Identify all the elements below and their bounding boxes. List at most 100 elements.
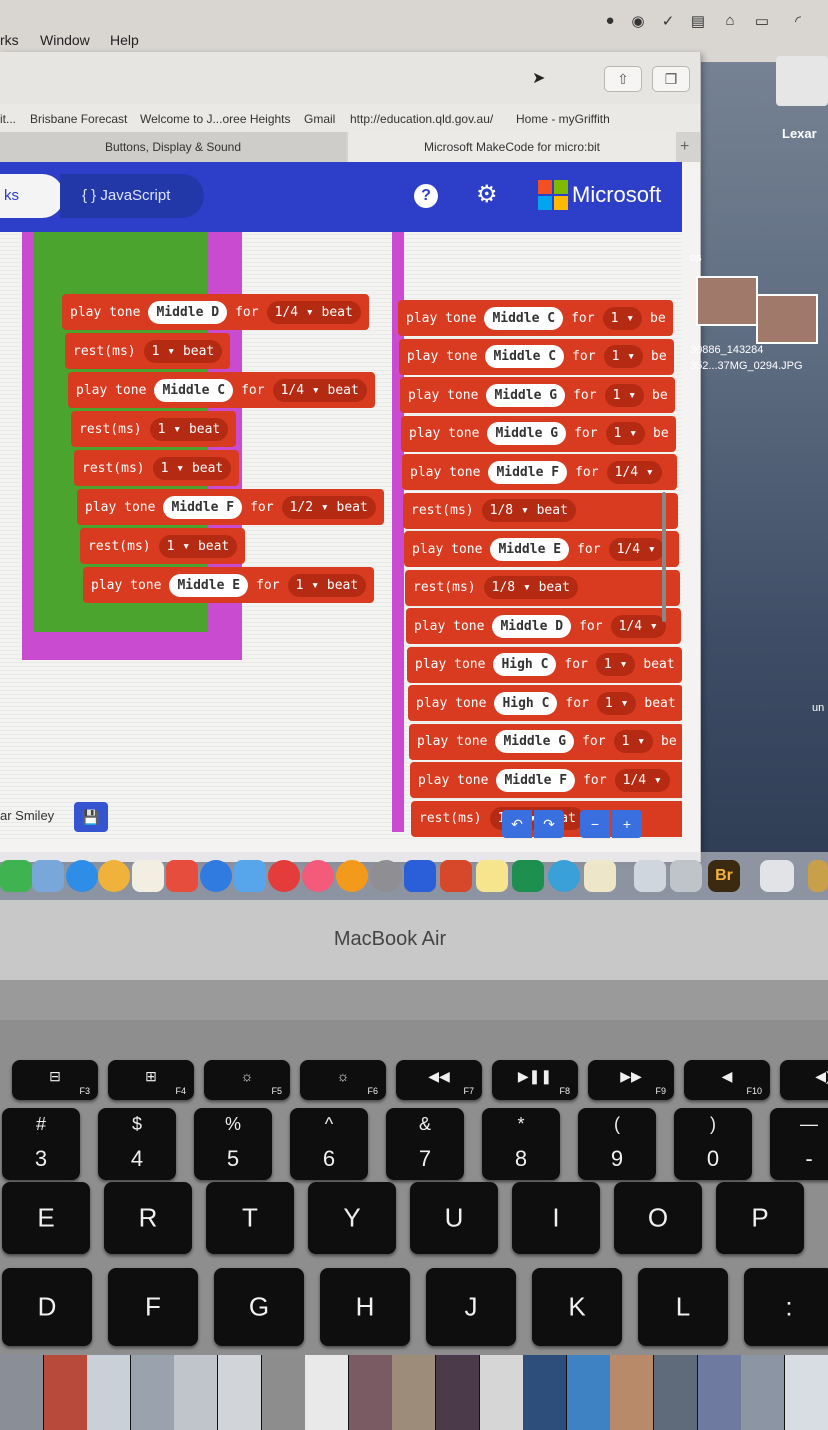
zoom-out-icon[interactable]: − xyxy=(580,810,610,838)
tab-makecode[interactable]: Microsoft MakeCode for micro:bit xyxy=(348,132,676,162)
beat-dropdown[interactable]: 1/8 ▾ beat xyxy=(481,499,576,522)
desktop-photo-thumbnail[interactable] xyxy=(756,294,818,344)
letter-key[interactable]: K xyxy=(532,1268,622,1346)
photo-thumbnail[interactable] xyxy=(0,1355,43,1430)
beat-dropdown[interactable]: 1 ▾ beat xyxy=(287,573,367,597)
beat-dropdown[interactable]: 1/4 ▾ xyxy=(608,537,664,561)
rest-block[interactable]: rest(ms) 1 ▾ beat xyxy=(71,411,237,447)
photo-thumbnail[interactable] xyxy=(654,1355,697,1430)
note-dropdown[interactable]: Middle F xyxy=(488,460,568,484)
bookmark-item[interactable]: Brisbane Forecast xyxy=(30,112,127,126)
tab-buttons-display-sound[interactable]: Buttons, Display & Sound xyxy=(0,132,346,162)
beat-dropdown[interactable]: 1 ▾ beat xyxy=(149,417,229,441)
help-icon[interactable]: ? xyxy=(414,184,438,208)
photo-thumbnail[interactable] xyxy=(784,1355,828,1430)
number-key[interactable]: #3 xyxy=(2,1108,80,1180)
rest-block[interactable]: rest(ms) 1 ▾ beat xyxy=(74,450,240,486)
preview-icon[interactable] xyxy=(634,860,666,892)
photo-thumbnail[interactable] xyxy=(130,1355,174,1430)
creative-cloud-icon[interactable]: ● xyxy=(600,12,620,30)
menu-bookmarks[interactable]: rks xyxy=(0,32,19,48)
function-key[interactable]: ⊞ F4 xyxy=(108,1060,194,1100)
desktop-photo-thumbnail[interactable] xyxy=(696,276,758,326)
facetime-icon[interactable] xyxy=(0,860,32,892)
status-circle-icon[interactable]: ◉ xyxy=(628,12,648,30)
photo-thumbnail[interactable] xyxy=(697,1355,741,1430)
number-key[interactable]: — - xyxy=(770,1108,828,1180)
beat-dropdown[interactable]: 1 ▾ beat xyxy=(152,456,232,480)
beat-dropdown[interactable]: 1 ▾ beat xyxy=(158,534,238,558)
tabs-overview-icon[interactable]: ❐ xyxy=(652,66,690,92)
word-icon[interactable] xyxy=(404,860,436,892)
new-tab-plus-icon[interactable]: + xyxy=(680,138,689,156)
bookmark-item[interactable]: it... xyxy=(0,112,16,126)
function-key[interactable]: ☼ F6 xyxy=(300,1060,386,1100)
excel-icon[interactable] xyxy=(512,860,544,892)
dock-file-icon[interactable] xyxy=(808,860,828,892)
news-icon[interactable] xyxy=(268,860,300,892)
bridge-icon[interactable]: Br xyxy=(708,860,740,892)
photo-thumbnail[interactable] xyxy=(218,1355,261,1430)
photo-thumbnail[interactable] xyxy=(261,1355,305,1430)
bookmark-item[interactable]: Home - myGriffith xyxy=(516,112,610,126)
play-tone-block[interactable]: play tone Middle C for 1/4 ▾ beat xyxy=(68,372,375,408)
function-key[interactable]: ▶❚❚ F8 xyxy=(492,1060,578,1100)
letter-key[interactable]: P xyxy=(716,1182,804,1254)
beat-dropdown[interactable]: 1 ▾ xyxy=(613,730,654,753)
beat-dropdown[interactable]: 1/8 ▾ beat xyxy=(483,576,578,599)
letter-key[interactable]: I xyxy=(512,1182,600,1254)
note-dropdown[interactable]: Middle G xyxy=(486,383,566,407)
number-key[interactable]: * 8 xyxy=(482,1108,560,1180)
checkmark-icon[interactable]: ✓ xyxy=(658,12,678,30)
function-key[interactable]: ◀◀ F7 xyxy=(396,1060,482,1100)
play-tone-block[interactable]: play tone Middle F for 1/4 ▾ xyxy=(410,762,682,798)
utilities-icon[interactable] xyxy=(670,860,702,892)
photo-thumbnail[interactable] xyxy=(479,1355,523,1430)
project-name-field[interactable]: ar Smiley xyxy=(0,808,54,823)
letter-key[interactable]: H xyxy=(320,1268,410,1346)
app-store-icon[interactable] xyxy=(200,860,232,892)
letter-key[interactable]: F xyxy=(108,1268,198,1346)
photo-thumbnail[interactable] xyxy=(741,1355,785,1430)
function-key[interactable]: ◀ F10 xyxy=(684,1060,770,1100)
note-dropdown[interactable]: Middle G xyxy=(495,730,575,753)
beat-dropdown[interactable]: 1/2 ▾ beat xyxy=(281,495,376,519)
letter-key[interactable]: Y xyxy=(308,1182,396,1254)
music-icon[interactable] xyxy=(302,860,334,892)
play-tone-block[interactable]: play tone Middle F for 1/4 ▾ xyxy=(402,454,677,490)
number-key[interactable]: ) 0 xyxy=(674,1108,752,1180)
function-key[interactable]: ☼ F5 xyxy=(204,1060,290,1100)
letter-key[interactable]: T xyxy=(206,1182,294,1254)
photo-thumbnail[interactable] xyxy=(436,1355,479,1430)
share-icon[interactable]: ⇧ xyxy=(604,66,642,92)
workspace-scrollbar[interactable] xyxy=(662,492,666,622)
external-drive-icon[interactable] xyxy=(776,56,828,106)
rest-block[interactable]: rest(ms) 1 ▾ beat xyxy=(65,333,231,369)
photo-thumbnail[interactable] xyxy=(523,1355,567,1430)
photo-thumbnail[interactable] xyxy=(610,1355,654,1430)
zoom-in-icon[interactable]: + xyxy=(612,810,642,838)
play-tone-block[interactable]: play tone Middle D for 1/4 ▾ beat xyxy=(62,294,369,330)
bookmark-item[interactable]: Gmail xyxy=(304,112,335,126)
photo-thumbnail[interactable] xyxy=(305,1355,349,1430)
play-tone-block[interactable]: play tone High C for 1 ▾ beat xyxy=(407,646,682,683)
numbers-icon[interactable] xyxy=(166,860,198,892)
photo-thumbnail[interactable] xyxy=(174,1355,218,1430)
wifi-icon[interactable]: ◜ xyxy=(788,12,808,30)
beat-dropdown[interactable]: 1 ▾ beat xyxy=(143,339,223,363)
books-icon[interactable] xyxy=(336,860,368,892)
beat-dropdown[interactable]: 1/4 ▾ xyxy=(610,614,666,638)
beat-dropdown[interactable]: 1 ▾ xyxy=(605,422,646,445)
letter-key[interactable]: U xyxy=(410,1182,498,1254)
redo-icon[interactable]: ↷ xyxy=(534,810,564,838)
number-key[interactable]: $4 xyxy=(98,1108,176,1180)
function-key[interactable]: ▶▶ F9 xyxy=(588,1060,674,1100)
play-tone-block[interactable]: play tone Middle C for 1 ▾ be xyxy=(398,300,673,336)
maps-icon[interactable] xyxy=(32,860,64,892)
beat-dropdown[interactable]: 1/4 ▾ xyxy=(606,460,662,484)
note-dropdown[interactable]: Middle F xyxy=(496,768,576,792)
play-tone-block[interactable]: play tone Middle G for 1 ▾ be xyxy=(401,415,676,452)
messages-icon[interactable] xyxy=(66,860,98,892)
note-dropdown[interactable]: Middle F xyxy=(163,495,243,519)
play-tone-block[interactable]: play tone High C for 1 ▾ beat xyxy=(408,685,682,721)
